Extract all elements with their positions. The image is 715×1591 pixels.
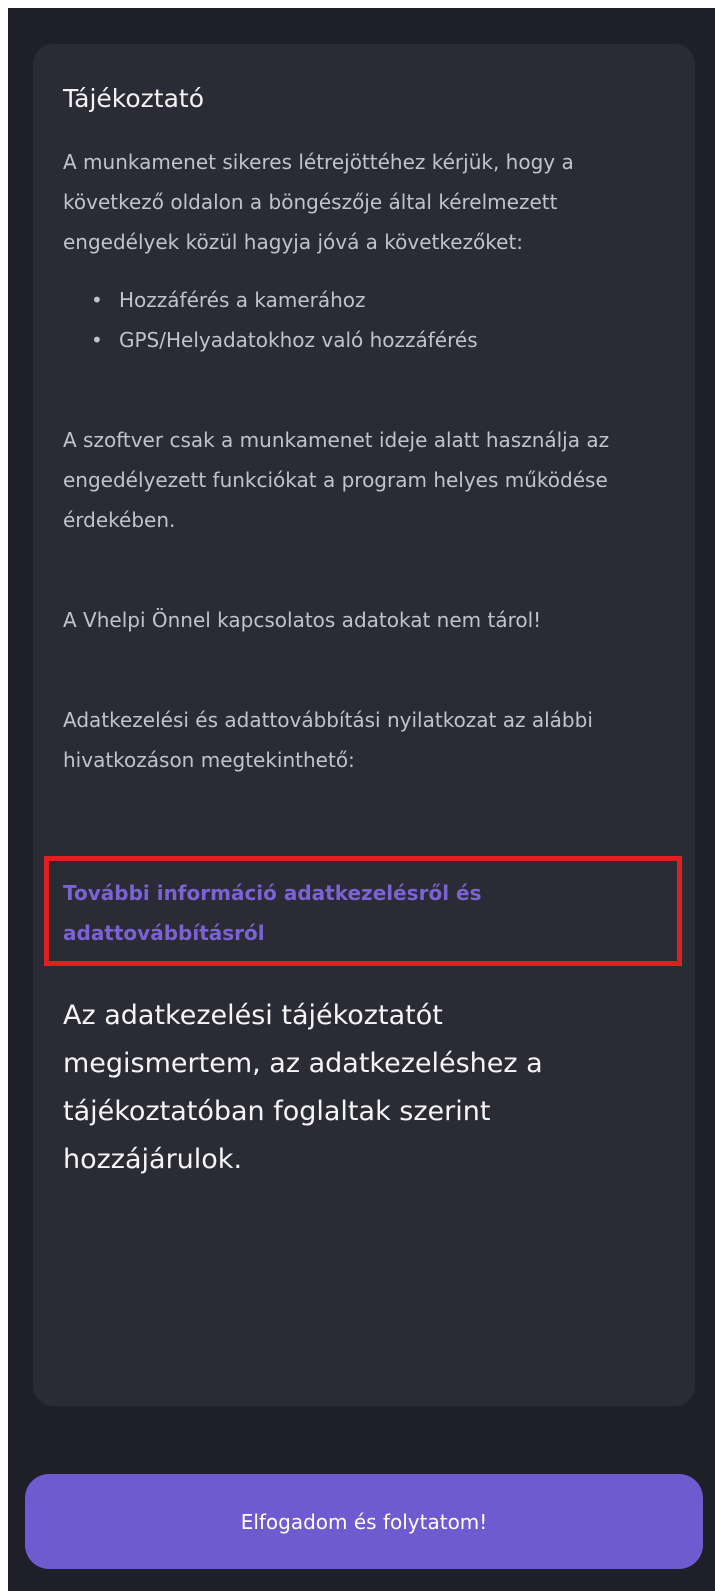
storage-note-text: A Vhelpi Önnel kapcsolatos adatokat nem … (63, 608, 542, 632)
list-item: • GPS/Helyadatokhoz való hozzáférés (91, 320, 665, 360)
more-info-link[interactable]: További információ adatkezelésről és ada… (63, 873, 583, 953)
accept-and-continue-button[interactable]: Elfogadom és folytatom! (25, 1474, 703, 1569)
info-card: Tájékoztató A munkamenet sikeres létrejö… (33, 44, 695, 1406)
permission-intro-text: A munkamenet sikeres létrejöttéhez kérjü… (63, 150, 574, 254)
bottom-bar: Elfogadom és folytatom! (8, 1444, 715, 1591)
permission-list: • Hozzáférés a kamerához • GPS/Helyadato… (63, 280, 665, 360)
app-screen: Tájékoztató A munkamenet sikeres létrejö… (8, 8, 715, 1591)
permission-camera: Hozzáférés a kamerához (119, 288, 366, 312)
statement-note-text: Adatkezelési és adattovábbítási nyilatko… (63, 708, 593, 772)
bullet-icon: • (91, 288, 103, 312)
card-title: Tájékoztató (63, 84, 205, 113)
consent-text: Az adatkezelési tájékoztatót megismertem… (63, 1000, 543, 1175)
list-item: • Hozzáférés a kamerához (91, 280, 665, 320)
usage-note-text: A szoftver csak a munkamenet ideje alatt… (63, 428, 610, 532)
bullet-icon: • (91, 328, 103, 352)
more-info-highlight: További információ adatkezelésről és ada… (44, 856, 682, 966)
permission-location: GPS/Helyadatokhoz való hozzáférés (119, 328, 478, 352)
